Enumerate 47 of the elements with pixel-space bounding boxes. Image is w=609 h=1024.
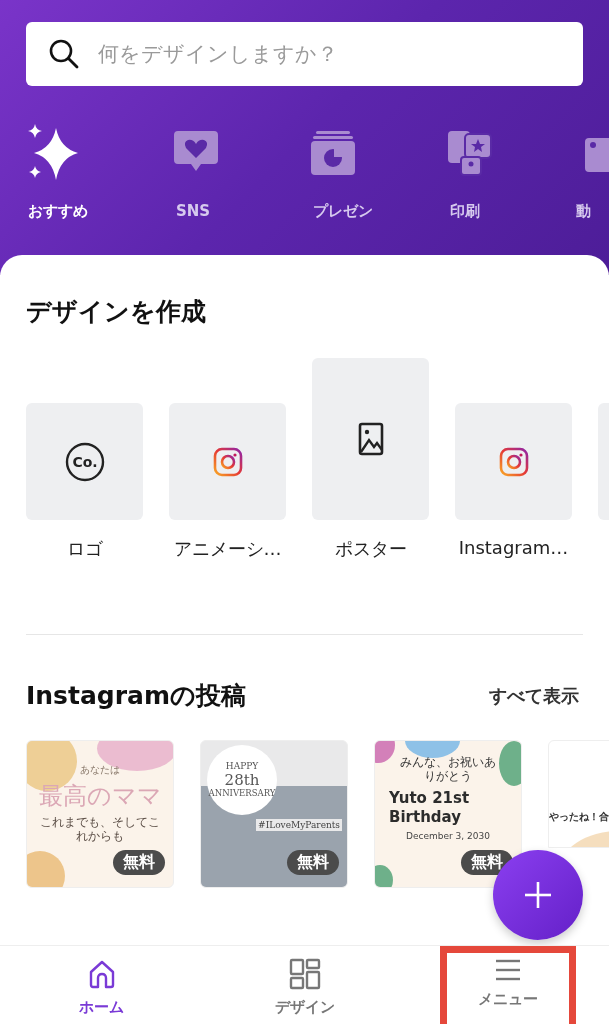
template-text: December 3, 2030 [406,831,490,842]
design-type-thumbnail[interactable] [312,358,429,520]
free-badge: 無料 [287,850,339,875]
template-thumbnail[interactable]: やったね！合 [548,740,609,848]
template-thumbnail[interactable]: あなたは 最高のママ これまでも、そしてこれからも 無料 [26,740,174,888]
template-text: やったね！合 [549,811,609,824]
print-cards-icon [447,130,493,176]
category-tab[interactable]: 動 [576,202,591,221]
seal-badge: HAPPY 28th ANNIVERSARY [207,745,277,815]
template-title: Yuto 21st Birthday [389,788,471,827]
design-type-label: ポスター [334,537,407,561]
free-badge: 無料 [461,850,513,875]
design-type-label: ロゴ [66,537,103,561]
template-text: これまでも、そしてこれからも [39,815,161,844]
plus-icon [524,881,552,909]
image-icon [357,422,384,456]
search-icon [48,38,80,70]
category-tab[interactable]: 印刷 [450,202,480,221]
see-all-link[interactable]: すべて表示 [489,683,579,708]
template-text: あなたは [80,763,120,777]
co-logo-icon: Co. [64,441,105,482]
nav-tab[interactable]: デザイン [268,946,341,1024]
paint-blob [499,741,521,786]
grid-icon [288,958,321,990]
template-title: 最高のママ [38,781,162,812]
category-tab[interactable]: おすすめ [28,202,88,221]
instagram-icon [498,446,529,477]
design-type-thumbnail[interactable] [169,403,286,520]
template-text: #ILoveMyParents [256,819,342,831]
design-type-label: Instagram… [458,537,569,558]
template-text: みんな、お祝いありがとう [399,755,497,784]
category-tab[interactable]: プレゼン [313,202,373,221]
section-heading: デザインを作成 [26,296,207,328]
category-tab[interactable]: SNS [176,202,211,220]
design-type-thumbnail[interactable] [455,403,572,520]
pie-chart-icon [310,130,356,176]
design-type-label: アニメーシ… [173,537,282,561]
nav-tab[interactable]: ホーム [73,946,130,1024]
instagram-icon [212,446,243,477]
design-type-thumbnail[interactable]: Co. [26,403,143,520]
free-badge: 無料 [113,850,165,875]
search-field[interactable]: 何をデザインしますか？ [26,22,583,86]
template-thumbnail[interactable]: HAPPY 28th ANNIVERSARY #ILoveMyParents 無料 [200,740,348,888]
menu-icon [493,958,522,982]
nav-tab[interactable]: メニュー [471,946,544,1024]
template-thumbnail[interactable]: みんな、お祝いありがとう Yuto 21st Birthday December 3, 2030 無料 [374,740,522,888]
section-heading: Instagramの投稿 [26,680,246,712]
